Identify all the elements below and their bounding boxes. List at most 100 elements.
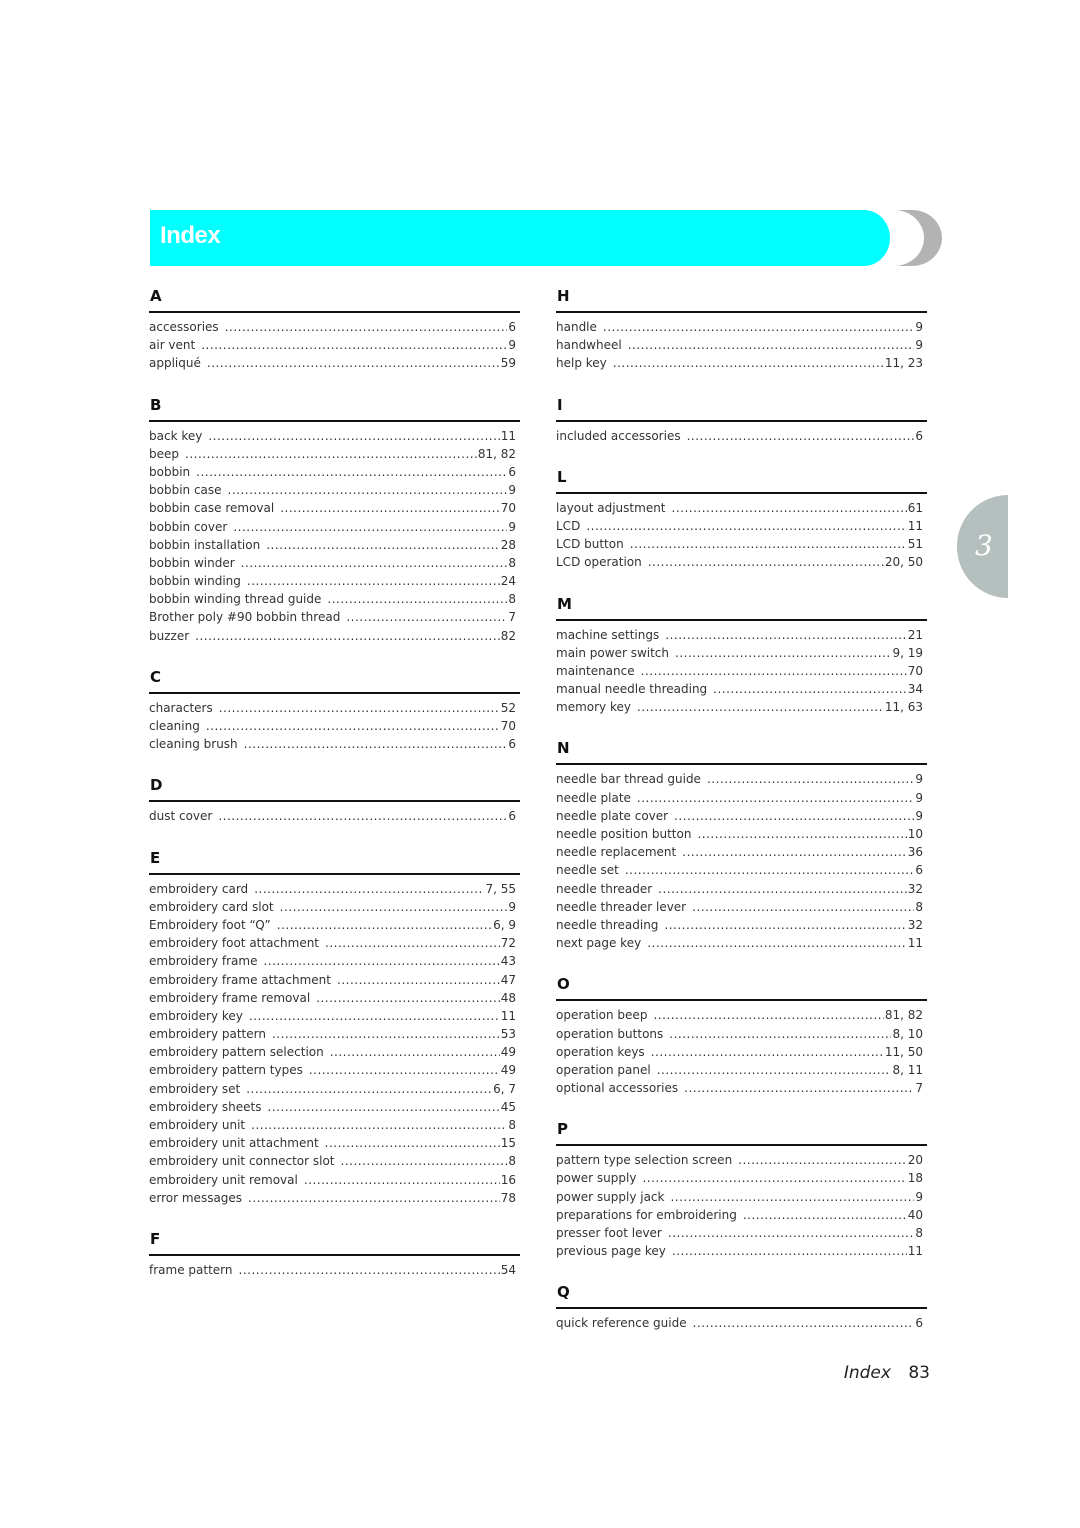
entry-page-numbers: 9 [508, 338, 516, 353]
section-letter: O [557, 975, 570, 994]
dot-leader [244, 735, 508, 753]
section-divider [149, 691, 520, 694]
index-entry: optional accessories 7 [556, 1079, 927, 1097]
dot-leader [325, 1134, 500, 1152]
entry-page-numbers: 11, 50 [884, 1044, 923, 1059]
section-divider [149, 311, 520, 313]
index-section: Llayout adjustment61LCD11LCD button51LCD… [556, 467, 927, 572]
entry-term: power supply jack [556, 1189, 665, 1204]
entry-term: help key [556, 356, 607, 371]
header-cyan-bar [150, 210, 890, 266]
dot-leader [196, 463, 507, 481]
page-footer: Index 83 [844, 1363, 930, 1383]
dot-leader [603, 318, 914, 336]
entry-page-numbers: 9 [915, 772, 923, 787]
dot-leader [743, 1206, 907, 1224]
entry-term: needle replacement [556, 845, 677, 860]
index-entry: bobbin 6 [149, 463, 520, 481]
index-entry: bobbin case 9 [149, 481, 520, 499]
index-entry: bobbin case removal 70 [149, 499, 520, 517]
entry-page-numbers: 59 [500, 356, 516, 371]
entry-term: embroidery unit [149, 1118, 246, 1132]
index-entry: handle 9 [556, 318, 927, 336]
index-section: Aaccessories 6 air vent 9 appliqué 59 [149, 286, 520, 373]
entry-page-numbers: 28 [500, 537, 516, 552]
index-entry: bobbin winder 8 [149, 554, 520, 572]
entry-list: needle bar thread guide9needle plate9nee… [556, 770, 927, 952]
index-entry: handwheel 9 [556, 336, 927, 354]
section-letter: E [150, 848, 161, 867]
dot-leader [682, 843, 906, 861]
entry-term: bobbin case [149, 483, 222, 498]
entry-term: operation buttons [556, 1026, 664, 1041]
dot-leader [669, 1025, 891, 1043]
entry-page-numbers: 6 [915, 428, 923, 443]
page-title: Index [160, 222, 221, 249]
entry-term: embroidery card slot [149, 899, 274, 914]
entry-list: characters 52 cleaning 70 cleaning brush 6 [149, 699, 520, 754]
entry-page-numbers: 6 [508, 737, 516, 752]
section-letter: C [150, 667, 162, 686]
dot-leader [672, 1242, 907, 1260]
dot-leader [707, 770, 914, 788]
section-letter: N [557, 739, 570, 758]
entry-page-numbers: 47 [500, 972, 516, 987]
entry-term: embroidery pattern [149, 1027, 266, 1042]
section-divider [149, 872, 520, 875]
index-entry: cleaning brush 6 [149, 735, 520, 753]
entry-page-numbers: 9 [915, 808, 923, 823]
section-letter: B [150, 395, 162, 414]
entry-term: machine settings [556, 627, 660, 642]
entry-page-numbers: 8, 10 [892, 1026, 923, 1041]
entry-term: handle [556, 320, 597, 334]
entry-term: back key [149, 428, 203, 443]
entry-page-numbers: 8 [508, 592, 516, 607]
entry-page-numbers: 9 [915, 338, 923, 353]
index-entry: embroidery foot attachment 72 [149, 934, 520, 952]
dot-leader [267, 1098, 499, 1116]
dot-leader [201, 336, 507, 354]
entry-page-numbers: 6, 9 [493, 917, 516, 932]
section-divider [556, 763, 927, 766]
entry-page-numbers: 10 [907, 827, 923, 841]
entry-term: needle threading [556, 917, 659, 932]
entry-page-numbers: 9 [508, 519, 516, 534]
entry-page-numbers: 11 [907, 1244, 923, 1259]
index-entry: power supply jack 9 [556, 1188, 927, 1206]
entry-page-numbers: 6 [508, 809, 516, 824]
section-divider [556, 618, 927, 621]
index-entry: main power switch 9, 19 [556, 644, 927, 662]
entry-term: maintenance [556, 663, 635, 678]
entry-page-numbers: 20 [907, 1153, 923, 1168]
entry-page-numbers: 21 [907, 627, 923, 642]
section-letter: Q [557, 1283, 570, 1302]
entry-page-numbers: 34 [907, 682, 923, 697]
index-section: Ddust cover 6 [149, 775, 520, 825]
dot-leader [630, 535, 907, 553]
entry-term: embroidery pattern types [149, 1063, 303, 1078]
entry-term: bobbin winding thread guide [149, 592, 322, 607]
entry-term: operation panel [556, 1062, 651, 1077]
index-entry: beep 81, 82 [149, 445, 520, 463]
dot-leader [642, 1169, 906, 1187]
entry-term: embroidery unit attachment [149, 1136, 319, 1151]
dot-leader [337, 971, 500, 989]
entry-term: needle bar thread guide [556, 772, 701, 787]
entry-page-numbers: 70 [500, 719, 516, 733]
dot-leader [239, 1261, 500, 1279]
dot-leader [277, 916, 492, 934]
index-entry: characters 52 [149, 699, 520, 717]
index-entry: needle threading 32 [556, 916, 927, 934]
entry-page-numbers: 53 [500, 1027, 516, 1042]
index-entry: air vent 9 [149, 336, 520, 354]
entry-page-numbers: 54 [500, 1262, 516, 1277]
dot-leader [327, 590, 507, 608]
dot-leader [658, 880, 907, 898]
index-entry: embroidery card 7, 55 [149, 880, 520, 898]
dot-leader [738, 1151, 907, 1169]
entry-list: frame pattern 54 [149, 1261, 520, 1279]
dot-leader [266, 536, 500, 554]
